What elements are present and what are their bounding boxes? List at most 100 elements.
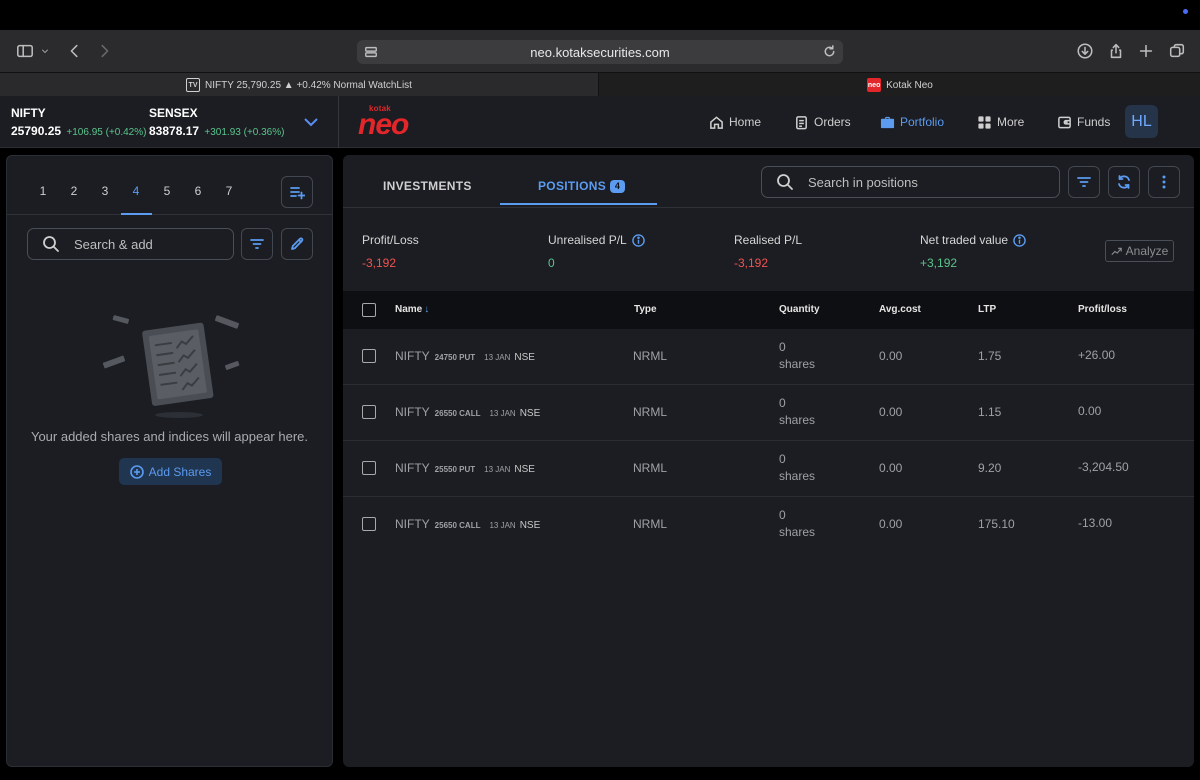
row-qty: 0 <box>779 508 786 522</box>
row-expiry: 13 JAN <box>489 409 516 418</box>
info-icon[interactable] <box>1013 233 1026 247</box>
nav-home[interactable]: Home <box>709 112 761 132</box>
table-row[interactable]: NIFTY 24750 PUT 13 JAN NSE NRML 0 shares 0.… <box>343 329 1194 385</box>
table-row[interactable]: NIFTY 25650 CALL 13 JAN NSE NRML 0 shares 0… <box>343 497 1194 553</box>
search-icon <box>43 236 59 252</box>
tab-title: NIFTY 25,790.25 ▲ +0.42% Normal WatchLis… <box>205 79 412 91</box>
row-checkbox[interactable] <box>362 405 376 419</box>
browser-tab-bar: TV NIFTY 25,790.25 ▲ +0.42% Normal Watch… <box>0 72 1200 97</box>
summary-profit-loss-label: Profit/Loss <box>362 233 419 247</box>
row-checkbox[interactable] <box>362 349 376 363</box>
row-type: NRML <box>633 349 668 363</box>
row-ltp: 9.20 <box>978 461 1002 475</box>
more-options-button[interactable] <box>1148 166 1180 198</box>
tab-positions[interactable]: POSITIONS 4 <box>538 179 626 193</box>
browser-tab-tradingview[interactable]: TV NIFTY 25,790.25 ▲ +0.42% Normal Watch… <box>0 73 599 97</box>
watchlist-filter-button[interactable] <box>241 228 273 260</box>
chevron-down-icon[interactable] <box>303 115 319 127</box>
column-profit-loss[interactable]: Profit/loss <box>1078 304 1127 315</box>
kotak-neo-favicon-icon: neo <box>867 78 882 92</box>
row-qty: 0 <box>779 340 786 354</box>
nav-funds[interactable]: Funds <box>1057 112 1110 132</box>
watchlist-tab-3[interactable]: 3 <box>90 184 120 198</box>
orders-icon <box>796 115 807 129</box>
index-change: +106.95 (+0.42%) <box>66 127 147 138</box>
column-type[interactable]: Type <box>634 304 657 315</box>
portfolio-tabs: INVESTMENTS POSITIONS 4 <box>343 155 1194 208</box>
watchlist-tab-7[interactable]: 7 <box>214 184 244 198</box>
watchlist-search-input[interactable] <box>74 236 250 252</box>
wallet-icon <box>1058 116 1071 128</box>
row-avg-cost: 0.00 <box>879 405 903 419</box>
positions-filter-button[interactable] <box>1068 166 1100 198</box>
row-exchange: NSE <box>519 520 541 531</box>
index-nifty[interactable]: NIFTY 25790.25 +106.95 (+0.42%) <box>11 106 146 138</box>
column-quantity[interactable]: Quantity <box>779 304 820 315</box>
row-pl: +26.00 <box>1078 348 1116 362</box>
row-qty: 0 <box>779 396 786 410</box>
table-row[interactable]: NIFTY 26550 CALL 13 JAN NSE NRML 0 shares 0… <box>343 385 1194 441</box>
kotak-neo-logo[interactable]: kotak neo <box>357 104 413 140</box>
row-pl: -3,204.50 <box>1078 460 1129 474</box>
analyze-button[interactable]: Analyze <box>1105 240 1174 262</box>
watchlist-edit-button[interactable] <box>281 228 313 260</box>
nav-orders[interactable]: Orders <box>794 112 851 132</box>
browser-tab-kotak-neo[interactable]: neo Kotak Neo <box>600 73 1200 97</box>
download-icon[interactable] <box>1073 39 1097 63</box>
reload-icon[interactable] <box>822 44 837 59</box>
add-shares-label: Add Shares <box>148 464 212 479</box>
back-icon[interactable] <box>63 39 87 63</box>
column-name[interactable]: Name ↓ <box>395 304 429 315</box>
column-ltp[interactable]: LTP <box>978 304 996 315</box>
empty-watchlist-illustration-icon <box>103 315 240 418</box>
tab-positions-label: POSITIONS <box>538 179 607 193</box>
site-settings-icon[interactable] <box>364 45 378 59</box>
playlist-add-icon <box>290 187 305 200</box>
row-avg-cost: 0.00 <box>879 461 903 475</box>
watchlist-tab-1[interactable]: 1 <box>28 184 58 198</box>
nav-more[interactable]: More <box>977 112 1024 132</box>
plus-circle-icon <box>129 464 144 479</box>
app-header: NIFTY 25790.25 +106.95 (+0.42%) SENSEX 8… <box>0 96 1200 148</box>
positions-count-badge: 4 <box>610 180 626 193</box>
watchlist-search[interactable] <box>27 228 250 260</box>
positions-search[interactable] <box>761 166 1060 198</box>
row-checkbox[interactable] <box>362 517 376 531</box>
row-avg-cost: 0.00 <box>879 517 903 531</box>
nav-portfolio[interactable]: Portfolio <box>880 112 944 132</box>
add-shares-button[interactable]: Add Shares <box>119 458 222 485</box>
row-checkbox[interactable] <box>362 461 376 475</box>
tab-overview-icon[interactable] <box>1165 39 1189 63</box>
column-avg-cost[interactable]: Avg.cost <box>879 304 921 315</box>
refresh-button[interactable] <box>1108 166 1140 198</box>
forward-icon[interactable] <box>92 39 116 63</box>
tab-investments[interactable]: INVESTMENTS <box>383 179 472 193</box>
row-ltp: 1.15 <box>978 405 1002 419</box>
index-sensex[interactable]: SENSEX 83878.17 +301.93 (+0.36%) <box>149 106 284 138</box>
index-value: 25790.25 <box>11 124 62 138</box>
avatar[interactable]: HL <box>1125 105 1158 138</box>
summary-net-traded-value: +3,192 <box>920 256 958 270</box>
row-pl: -13.00 <box>1078 516 1113 530</box>
tab-group-chevron-icon[interactable] <box>37 39 53 63</box>
share-icon[interactable] <box>1104 39 1128 63</box>
watchlist-tab-6[interactable]: 6 <box>183 184 213 198</box>
row-expiry: 13 JAN <box>489 521 516 530</box>
info-icon[interactable] <box>631 233 645 247</box>
row-strike: 25650 CALL <box>434 521 481 530</box>
address-bar[interactable]: neo.kotaksecurities.com <box>357 40 843 64</box>
select-all-checkbox[interactable] <box>362 303 376 317</box>
watchlist-tab-5[interactable]: 5 <box>152 184 182 198</box>
refresh-icon <box>1118 175 1130 189</box>
index-name: NIFTY <box>11 106 46 120</box>
row-expiry: 13 JAN <box>484 465 511 474</box>
new-tab-icon[interactable] <box>1134 39 1158 63</box>
watchlist-tab-4[interactable]: 4 <box>121 184 151 198</box>
table-row[interactable]: NIFTY 25550 PUT 13 JAN NSE NRML 0 shares 0.… <box>343 441 1194 497</box>
add-watchlist-button[interactable] <box>281 176 313 208</box>
positions-search-input[interactable] <box>808 174 1008 190</box>
sidebar-toggle-icon[interactable] <box>13 39 37 63</box>
watchlist-tab-2[interactable]: 2 <box>59 184 89 198</box>
header-divider <box>338 96 339 148</box>
index-change: +301.93 (+0.36%) <box>204 127 285 138</box>
